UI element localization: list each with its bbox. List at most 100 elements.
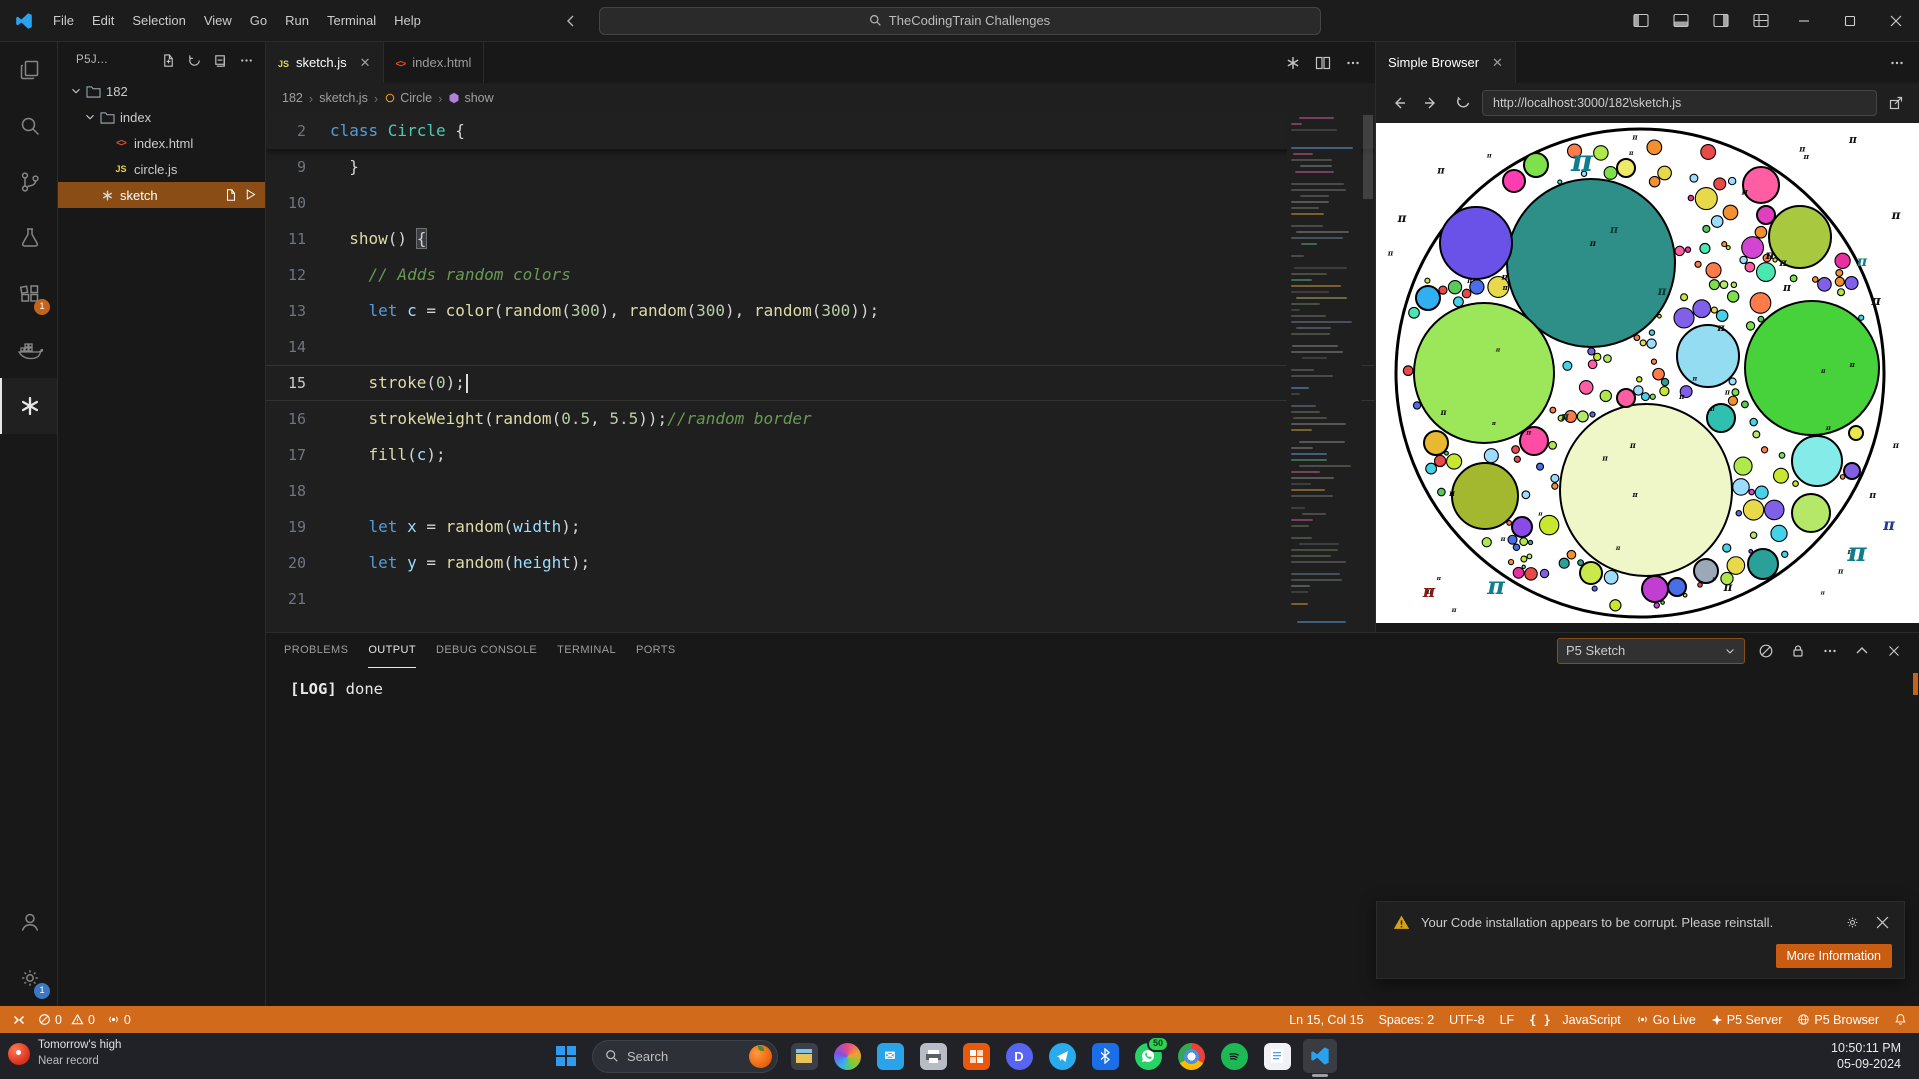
weather-widget[interactable]: Tomorrow's high Near record [8,1038,121,1069]
notification-settings-icon[interactable] [1842,912,1862,932]
app-file-explorer[interactable] [787,1039,821,1073]
close-browser-tab-icon[interactable]: ✕ [1492,55,1503,71]
explorer-more-actions-icon[interactable] [235,49,257,71]
app-whatsapp[interactable]: 50 [1131,1039,1165,1073]
code-line-15[interactable]: 15 stroke(0); [266,365,1375,401]
testing-icon[interactable] [0,210,57,266]
menu-help[interactable]: Help [385,8,430,34]
tree-item-index[interactable]: index [58,104,265,130]
p5-browser[interactable]: P5 Browser [1797,1013,1879,1027]
browser-url-input[interactable] [1482,90,1877,116]
tree-item-index-html[interactable]: <>index.html [58,130,265,156]
panel-tab-debug-console[interactable]: DEBUG CONSOLE [436,633,537,668]
app-vscode[interactable] [1303,1039,1337,1073]
tab-index-html[interactable]: <>index.html [384,42,485,83]
toggle-panel-icon[interactable] [1661,0,1701,41]
code-line-14[interactable]: 14 [266,329,1375,365]
app-spotify[interactable] [1217,1039,1251,1073]
accounts-icon[interactable] [0,894,57,950]
breadcrumb-item-show[interactable]: show [448,91,493,105]
breadcrumb-item-circle[interactable]: Circle [384,91,432,105]
panel-scrollbar[interactable] [1913,673,1918,695]
app-printer[interactable] [916,1039,950,1073]
panel-tab-problems[interactable]: PROBLEMS [284,633,348,668]
eol-sequence[interactable]: LF [1500,1013,1515,1027]
tab-sketch-js[interactable]: JSsketch.js✕ [266,42,384,83]
open-external-icon[interactable] [1883,90,1909,116]
ports-indicator[interactable]: 0 [107,1013,131,1027]
code-line-16[interactable]: 16 strokeWeight(random(0.5, 5.5));//rand… [266,401,1375,437]
app-bluetooth[interactable] [1088,1039,1122,1073]
run-sketch-icon[interactable] [244,188,257,202]
code-line-20[interactable]: 20 let y = random(height); [266,545,1375,581]
browser-more-actions-icon[interactable] [1885,51,1909,75]
code-line-17[interactable]: 17 fill(c); [266,437,1375,473]
tab-simple-browser[interactable]: Simple Browser ✕ [1376,42,1516,83]
p5-sketch-view-icon[interactable] [0,378,57,434]
remote-indicator[interactable] [12,1013,26,1027]
clear-output-icon[interactable] [1755,640,1777,662]
panel-more-actions-icon[interactable] [1819,640,1841,662]
run-p5-sketch-icon[interactable] [1281,51,1305,75]
maximize-button[interactable] [1827,0,1873,41]
app-telegram[interactable] [1045,1039,1079,1073]
breadcrumb-item-sketch.js[interactable]: sketch.js [319,91,368,105]
split-editor-icon[interactable] [1311,51,1335,75]
code-line-10[interactable]: 10 [266,185,1375,221]
back-icon[interactable] [560,10,582,32]
docker-icon[interactable] [0,322,57,378]
close-button[interactable] [1873,0,1919,41]
menu-edit[interactable]: Edit [83,8,123,34]
lock-scroll-icon[interactable] [1787,640,1809,662]
problems-indicator[interactable]: 0 0 [38,1013,95,1027]
app-chrome[interactable] [1174,1039,1208,1073]
encoding[interactable]: UTF-8 [1449,1013,1484,1027]
panel-tab-output[interactable]: OUTPUT [368,633,416,668]
p5-server[interactable]: P5 Server [1711,1013,1783,1027]
editor-scrollbar[interactable] [1361,113,1375,632]
app-discord[interactable]: D [1002,1039,1036,1073]
settings-gear-icon[interactable]: 1 [0,950,57,1006]
menu-selection[interactable]: Selection [123,8,194,34]
minimize-button[interactable] [1781,0,1827,41]
app-notepad[interactable] [1260,1039,1294,1073]
browser-back-icon[interactable] [1386,90,1412,116]
menu-run[interactable]: Run [276,8,318,34]
more-information-button[interactable]: More Information [1776,944,1892,968]
tree-item-182[interactable]: 182 [58,78,265,104]
code-line-21[interactable]: 21 [266,581,1375,617]
code-editor[interactable]: 2class Circle {9 }1011 show() {12 // Add… [266,113,1375,632]
start-button[interactable] [549,1039,583,1073]
menu-file[interactable]: File [44,8,83,34]
taskbar-search[interactable]: Search [592,1040,778,1073]
editor-more-actions-icon[interactable] [1341,51,1365,75]
notification-close-icon[interactable] [1872,912,1892,932]
close-tab-icon[interactable]: ✕ [360,55,371,71]
indentation[interactable]: Spaces: 2 [1379,1013,1435,1027]
tree-item-circle-js[interactable]: JScircle.js [58,156,265,182]
code-line-13[interactable]: 13 let c = color(random(300), random(300… [266,293,1375,329]
taskbar-clock[interactable]: 10:50:11 PM 05-09-2024 [1831,1040,1901,1073]
source-control-icon[interactable] [0,154,57,210]
toggle-sidebar-icon[interactable] [1621,0,1661,41]
browser-reload-icon[interactable] [1450,90,1476,116]
notifications-bell-icon[interactable] [1894,1013,1907,1026]
app-photos[interactable] [830,1039,864,1073]
breadcrumb-item-182[interactable]: 182 [282,91,303,105]
new-file-icon[interactable] [157,49,179,71]
command-center-search[interactable]: TheCodingTrain Challenges [599,7,1321,35]
p5-sketch-canvas[interactable]: ππππππππππππππππππππππππππππππππππππππππ… [1376,123,1919,623]
cursor-position[interactable]: Ln 15, Col 15 [1289,1013,1363,1027]
tree-item-sketch[interactable]: sketch [58,182,265,208]
code-line-19[interactable]: 19 let x = random(width); [266,509,1375,545]
panel-tab-terminal[interactable]: TERMINAL [557,633,616,668]
code-line-2[interactable]: 2class Circle { [266,113,1375,149]
browser-forward-icon[interactable] [1418,90,1444,116]
menu-go[interactable]: Go [241,8,276,34]
search-view-icon[interactable] [0,98,57,154]
code-line-9[interactable]: 9 } [266,149,1375,185]
collapse-folders-icon[interactable] [209,49,231,71]
panel-tab-ports[interactable]: PORTS [636,633,676,668]
close-panel-icon[interactable] [1883,640,1905,662]
app-office[interactable] [959,1039,993,1073]
